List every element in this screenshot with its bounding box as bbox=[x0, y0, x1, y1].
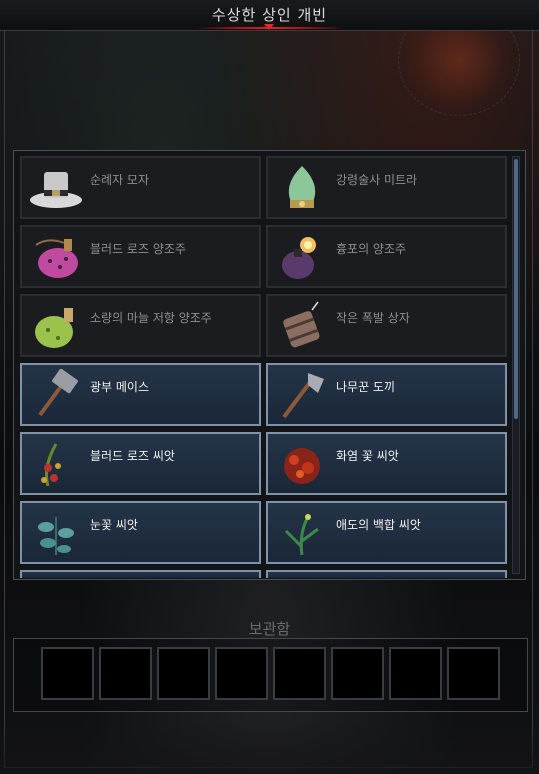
shop-item-7[interactable]: 나무꾼 도끼 bbox=[266, 363, 507, 426]
storage-slot[interactable] bbox=[273, 647, 326, 700]
snow-flower-seed-icon bbox=[38, 517, 74, 555]
ferocity-brew-icon bbox=[282, 237, 316, 279]
shop-item-5[interactable]: 작은 폭발 상자 bbox=[266, 294, 507, 357]
small-explosive-box-icon bbox=[283, 301, 320, 348]
item-label: 블러드 로즈 씨앗 bbox=[90, 449, 175, 463]
shop-list-scrollbar[interactable] bbox=[512, 156, 520, 574]
shop-item-9[interactable]: 화염 꽃 씨앗 bbox=[266, 432, 507, 495]
shop-item-partial bbox=[20, 570, 261, 578]
item-label: 광부 메이스 bbox=[90, 380, 150, 394]
storage-slot[interactable] bbox=[41, 647, 94, 700]
mourning-lily-seed-icon bbox=[284, 514, 319, 556]
shop-item-partial bbox=[266, 570, 507, 578]
item-label: 화염 꽃 씨앗 bbox=[336, 449, 399, 463]
item-label: 눈꽃 씨앗 bbox=[90, 518, 138, 532]
miner-mace-icon bbox=[38, 369, 78, 417]
item-label: 순례자 모자 bbox=[90, 173, 150, 187]
storage-slot[interactable] bbox=[215, 647, 268, 700]
scrollbar-thumb[interactable] bbox=[514, 159, 518, 419]
item-label: 강령술사 미트라 bbox=[336, 173, 418, 187]
woodcutter-axe-icon bbox=[282, 373, 324, 419]
item-label: 애도의 백합 씨앗 bbox=[336, 518, 421, 532]
window-title: 수상한 상인 개빈 bbox=[211, 6, 328, 24]
shop-item-4[interactable]: 소량의 마늘 저항 양조주 bbox=[20, 294, 261, 357]
shop-item-11[interactable]: 애도의 백합 씨앗 bbox=[266, 501, 507, 564]
storage-slot[interactable] bbox=[447, 647, 500, 700]
item-label: 소량의 마늘 저항 양조주 bbox=[90, 311, 212, 325]
storage-slot[interactable] bbox=[157, 647, 210, 700]
fire-flower-seed-icon bbox=[284, 448, 320, 484]
item-label: 작은 폭발 상자 bbox=[336, 311, 410, 325]
blood-rose-seed-icon bbox=[41, 443, 61, 487]
item-label: 흉포의 양조주 bbox=[336, 242, 407, 256]
storage-slot[interactable] bbox=[389, 647, 442, 700]
shop-item-0[interactable]: 순례자 모자 bbox=[20, 156, 261, 219]
blood-rose-brew-icon bbox=[35, 239, 78, 278]
shop-item-8[interactable]: 블러드 로즈 씨앗 bbox=[20, 432, 261, 495]
item-label: 블러드 로즈 양조주 bbox=[90, 242, 186, 256]
shop-item-1[interactable]: 강령술사 미트라 bbox=[266, 156, 507, 219]
storage-slot[interactable] bbox=[331, 647, 384, 700]
storage-title: 보관함 bbox=[248, 620, 291, 638]
item-label: 나무꾼 도끼 bbox=[336, 380, 396, 394]
bottom-ornament bbox=[0, 722, 539, 774]
storage-slot[interactable] bbox=[99, 647, 152, 700]
shop-item-6[interactable]: 광부 메이스 bbox=[20, 363, 261, 426]
shop-item-10[interactable]: 눈꽃 씨앗 bbox=[20, 501, 261, 564]
pilgrim-hat-icon bbox=[30, 172, 82, 208]
necromancer-mitre-icon bbox=[288, 166, 316, 208]
garlic-resistance-brew-icon bbox=[35, 308, 73, 348]
shop-item-3[interactable]: 흉포의 양조주 bbox=[266, 225, 507, 288]
shop-item-2[interactable]: 블러드 로즈 양조주 bbox=[20, 225, 261, 288]
